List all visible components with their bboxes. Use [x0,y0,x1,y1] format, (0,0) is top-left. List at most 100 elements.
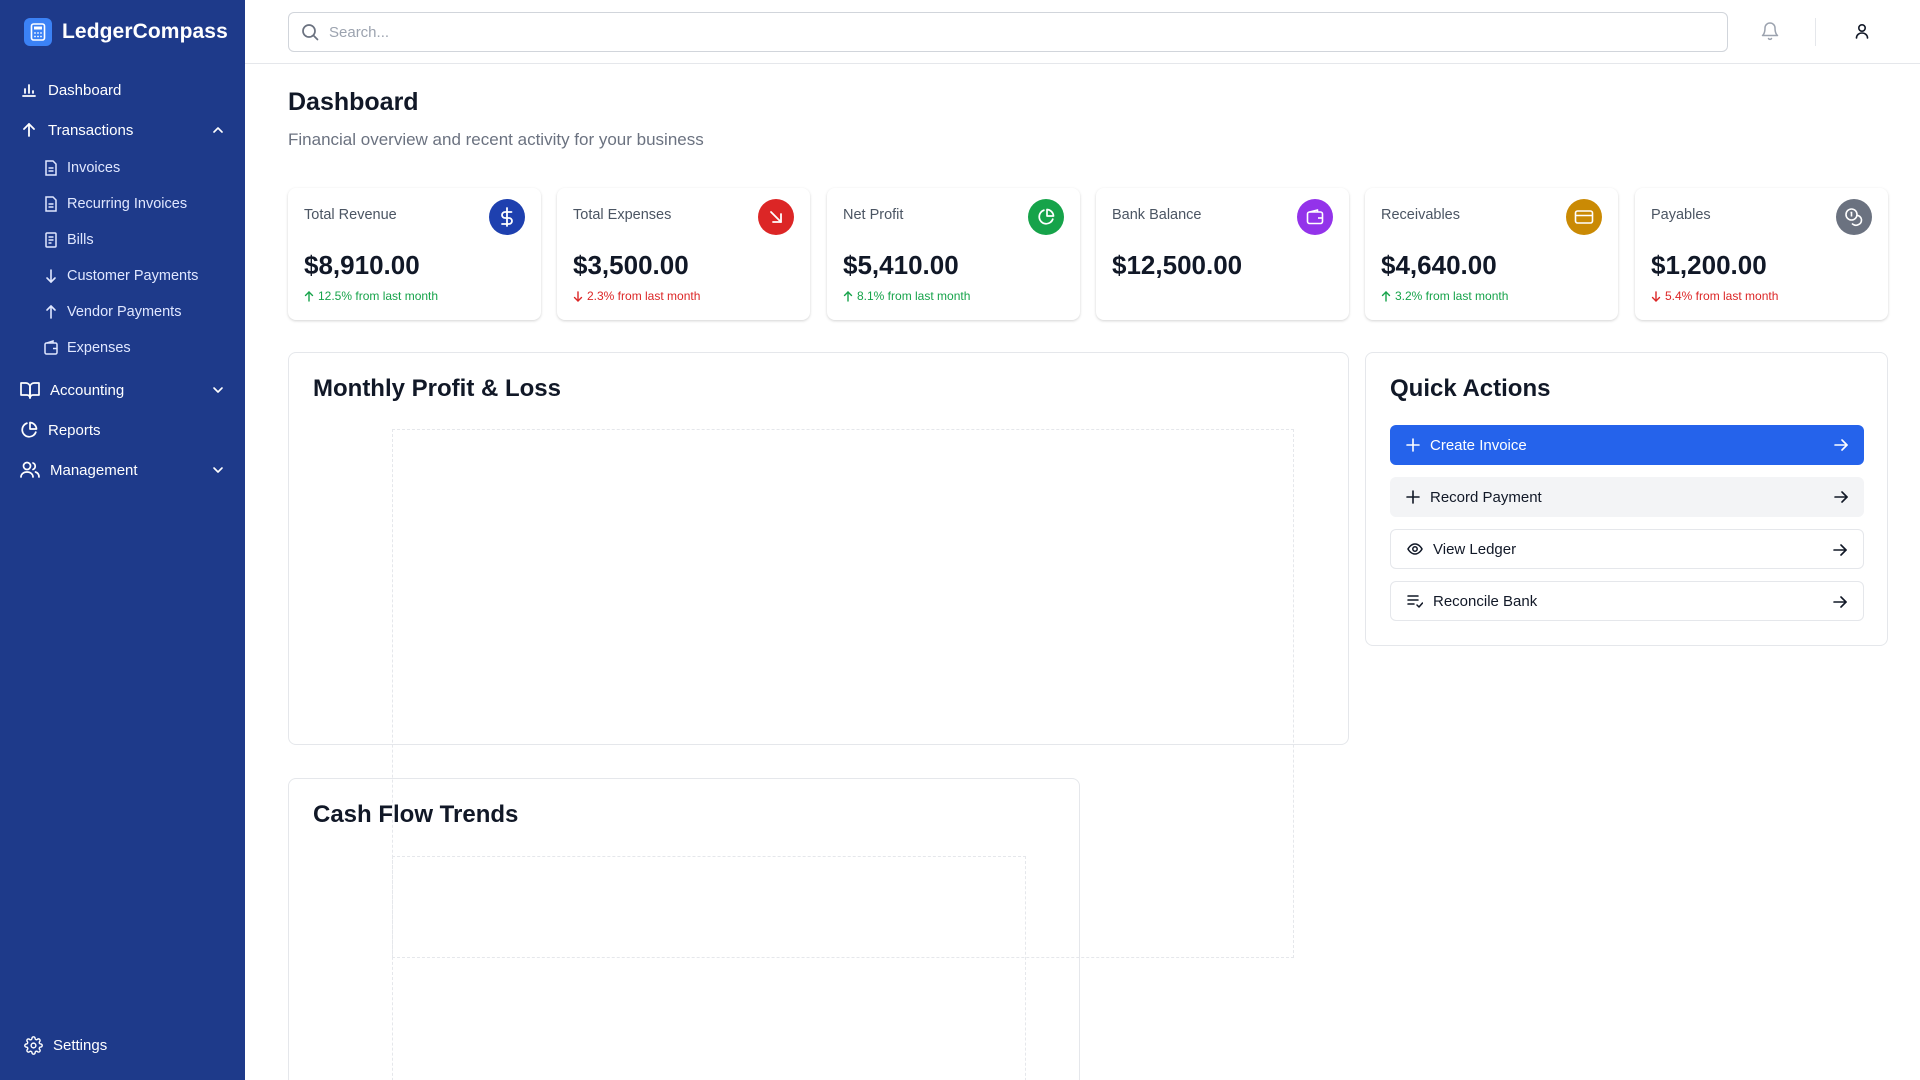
stat-card-receivables: Receivables $4,640.00 3.2% from last mon… [1365,188,1618,320]
view-ledger-button[interactable]: View Ledger [1390,529,1864,569]
button-label: View Ledger [1433,540,1517,558]
settings-button[interactable]: Settings [24,1036,107,1055]
brand[interactable]: LedgerCompass [24,18,228,46]
notifications-button[interactable] [1761,21,1779,46]
stat-label: Total Expenses [573,207,672,223]
chevron-down-icon[interactable] [210,462,226,478]
stat-change-text: 8.1% from last month [857,289,971,303]
sidebar-subitem-vendor-payments[interactable]: Vendor Payments [44,299,234,325]
receipt-icon [45,232,57,248]
stat-card-bank-balance: Bank Balance $12,500.00 [1096,188,1349,320]
gear-icon [24,1036,43,1055]
chart-placeholder [392,856,1026,1080]
stat-card-payables: Payables $1,200.00 5.4% from last month [1635,188,1888,320]
dollar-icon [489,199,525,235]
topbar-divider [1815,18,1816,46]
sidebar-subitem-invoices[interactable]: Invoices [44,155,234,181]
users-icon [20,461,40,478]
stat-change-text: 3.2% from last month [1395,289,1509,303]
stat-change: 12.5% from last month [304,289,438,303]
stat-label: Payables [1651,207,1711,223]
stat-value: $3,500.00 [573,250,689,280]
user-icon [1855,23,1869,39]
search-input[interactable] [329,23,1709,41]
sidebar-subitem-recurring-invoices[interactable]: Recurring Invoices [44,191,234,217]
arrow-down-icon [46,269,56,283]
create-invoice-button[interactable]: Create Invoice [1390,425,1864,465]
plus-icon [1406,438,1420,452]
eye-icon [1407,543,1423,555]
arrow-up-icon [46,305,56,319]
button-label: Reconcile Bank [1433,592,1538,610]
stat-value: $12,500.00 [1112,250,1243,280]
stat-card-total-expenses: Total Expenses $3,500.00 2.3% from last … [557,188,810,320]
wallet-icon [44,340,58,355]
quick-actions-panel: Quick Actions Create Invoice Record Paym… [1365,352,1888,646]
stat-card-net-profit: Net Profit $5,410.00 8.1% from last mont… [827,188,1080,320]
sidebar-item-label: Dashboard [48,81,122,99]
bell-icon [1761,22,1779,41]
stat-card-total-revenue: Total Revenue $8,910.00 12.5% from last … [288,188,541,320]
stat-change: 5.4% from last month [1651,289,1778,303]
stat-change-text: 12.5% from last month [318,289,439,303]
arrow-right-icon [1833,544,1847,556]
arrow-up-icon [1381,290,1391,302]
arrow-down-right-icon [758,199,794,235]
file-icon [45,160,57,176]
sidebar-item-reports[interactable]: Reports [20,415,226,445]
arrow-right-icon [1834,491,1848,503]
sidebar-item-transactions[interactable]: Transactions [20,115,226,145]
stat-change: 3.2% from last month [1381,289,1508,303]
chevron-up-icon[interactable] [210,122,226,138]
sidebar-item-management[interactable]: Management [20,455,226,485]
sidebar-subitem-expenses[interactable]: Expenses [44,335,234,361]
sidebar-item-dashboard[interactable]: Dashboard [20,75,226,105]
stat-value: $8,910.00 [304,250,420,280]
arrow-up-icon [843,290,853,302]
sidebar-subitem-label: Expenses [67,340,131,356]
sidebar-subitem-customer-payments[interactable]: Customer Payments [44,263,234,289]
stat-value: $5,410.00 [843,250,959,280]
search-bar[interactable] [288,12,1728,52]
sidebar-item-label: Accounting [50,381,125,399]
sidebar: LedgerCompass Dashboard Transactions Inv… [0,0,245,1080]
stat-change-text: 2.3% from last month [587,289,701,303]
sidebar-subitem-bills[interactable]: Bills [44,227,234,253]
sidebar-subitem-label: Customer Payments [67,268,199,284]
arrow-up-icon [23,123,35,137]
stat-change: 8.1% from last month [843,289,970,303]
stat-label: Net Profit [843,207,904,223]
plus-icon [1406,490,1420,504]
stat-label: Receivables [1381,207,1460,223]
search-icon [302,24,319,41]
button-label: Create Invoice [1430,436,1527,454]
button-label: Record Payment [1430,488,1542,506]
wallet-icon [1297,199,1333,235]
sidebar-subitem-label: Recurring Invoices [67,196,188,212]
arrow-down-icon [573,290,583,302]
chevron-down-icon[interactable] [210,382,226,398]
sidebar-subitem-label: Bills [67,232,94,248]
bar-chart-icon [22,84,36,97]
arrow-down-icon [1651,290,1661,302]
stat-value: $4,640.00 [1381,250,1497,280]
page-subtitle: Financial overview and recent activity f… [288,130,704,149]
reconcile-bank-button[interactable]: Reconcile Bank [1390,581,1864,621]
user-menu-button[interactable] [1854,22,1870,45]
arrow-up-icon [304,290,314,302]
record-payment-button[interactable]: Record Payment [1390,477,1864,517]
list-check-icon [1407,595,1423,608]
topbar [245,0,1920,64]
sidebar-item-label: Management [50,461,138,479]
sidebar-subitem-label: Invoices [67,160,121,176]
sidebar-item-label: Reports [48,421,101,439]
sidebar-item-accounting[interactable]: Accounting [20,375,226,405]
file-icon [45,196,57,212]
coins-icon [1836,199,1872,235]
arrow-right-icon [1834,439,1848,451]
stat-change-text: 5.4% from last month [1665,289,1779,303]
stat-value: $1,200.00 [1651,250,1767,280]
sidebar-subitem-label: Vendor Payments [67,304,182,320]
panel-title: Quick Actions [1390,375,1551,402]
app-name: LedgerCompass [62,20,228,43]
